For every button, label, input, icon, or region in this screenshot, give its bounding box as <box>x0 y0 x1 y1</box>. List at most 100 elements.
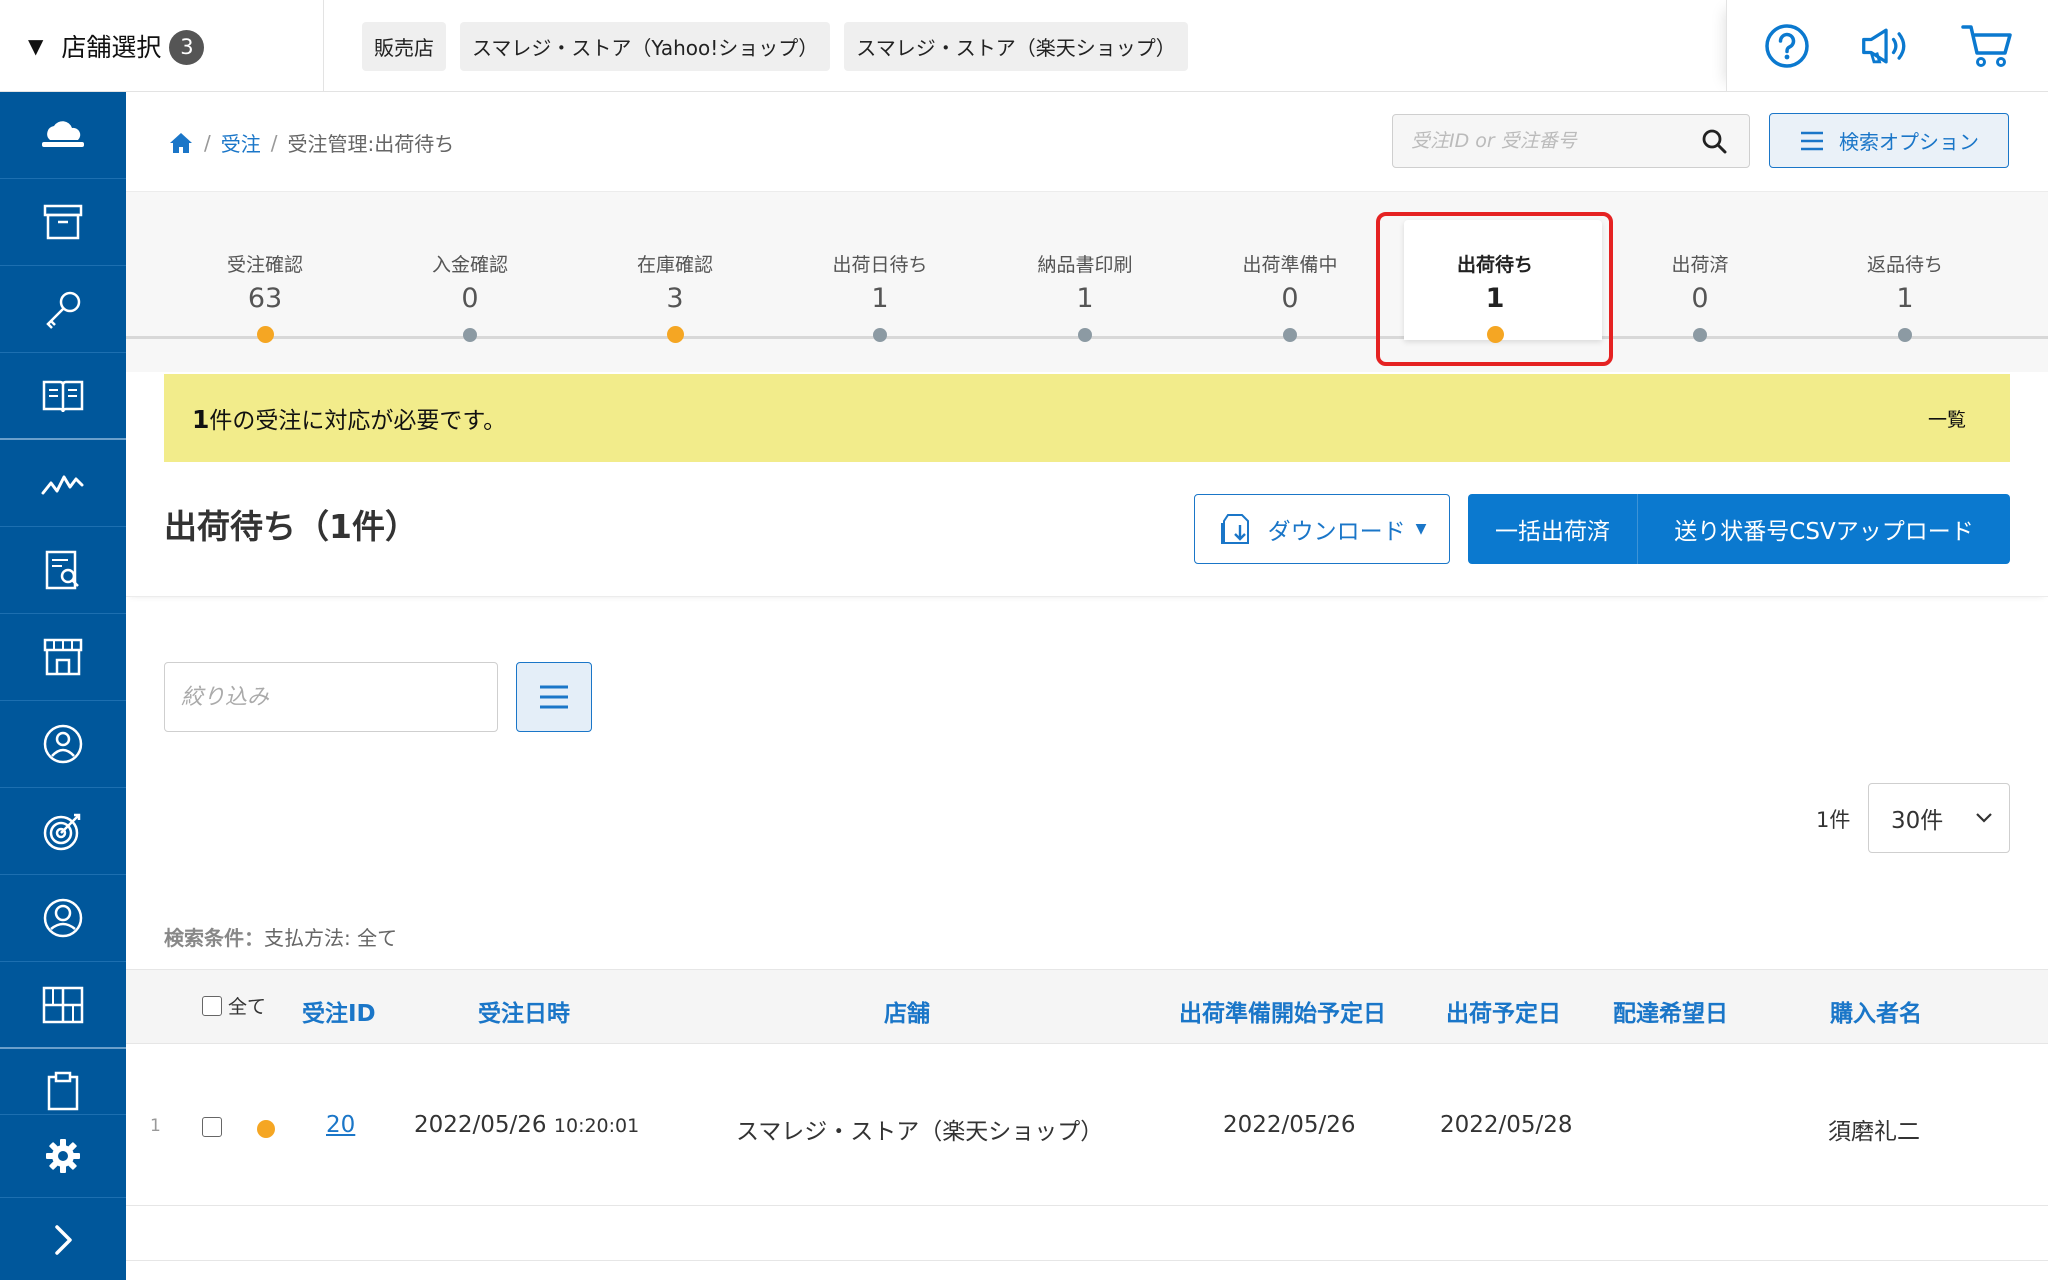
download-file-icon <box>1220 514 1249 544</box>
sidebar-bottom <box>0 1114 126 1280</box>
sidebar-item-target[interactable] <box>0 788 126 875</box>
store-chip-hanbaiten[interactable]: 販売店 <box>362 22 446 71</box>
sidebar-item-cloud[interactable] <box>0 92 126 179</box>
status-dot <box>1078 328 1092 342</box>
help-icon[interactable] <box>1760 19 1814 73</box>
status-dot <box>1898 328 1912 342</box>
active-step-highlight <box>1376 212 1613 366</box>
search-options-button[interactable]: 検索オプション <box>1769 113 2009 168</box>
order-date: 2022/05/26 <box>414 1112 547 1138</box>
sidebar-item-store[interactable] <box>0 614 126 701</box>
row-status-dot <box>257 1120 275 1138</box>
per-page-select[interactable]: 30件 <box>1868 783 2010 853</box>
chevron-down-icon <box>1976 813 1992 823</box>
table-row[interactable]: 1 20 2022/05/26 10:20:01 スマレジ・ストア（楽天ショップ… <box>126 1044 2048 1206</box>
table-bottom-divider <box>126 1260 2048 1261</box>
top-bar: ▼ 店舗選択 3 販売店 スマレジ・ストア（Yahoo!ショップ） スマレジ・ス… <box>0 0 2048 92</box>
status-step-payment-confirm[interactable]: 入金確認 0 <box>385 250 555 342</box>
column-header-buyer-name[interactable]: 購入者名 <box>1830 994 1922 1028</box>
column-header-order-date[interactable]: 受注日時 <box>478 994 570 1028</box>
status-count: 63 <box>247 283 283 314</box>
row-checkbox[interactable] <box>202 1117 222 1137</box>
download-label: ダウンロード <box>1267 519 1406 545</box>
alert-count: 1 <box>192 405 210 434</box>
sidebar-item-customer[interactable] <box>0 701 126 788</box>
sidebar-item-archive[interactable] <box>0 179 126 266</box>
sidebar-expand-button[interactable] <box>0 1198 126 1280</box>
page-title: 出荷待ち（1件） <box>164 507 418 546</box>
status-label: 返品待ち <box>1866 254 1943 276</box>
prep-date-cell: 2022/05/26 <box>1223 1112 1356 1138</box>
status-dot <box>1283 328 1297 342</box>
status-label: 受注確認 <box>226 254 303 276</box>
column-header-ship-date[interactable]: 出荷予定日 <box>1446 994 1561 1028</box>
store-cell: スマレジ・ストア（楽天ショップ） <box>736 1119 1104 1145</box>
sidebar-nav <box>0 92 126 1280</box>
status-count: 1 <box>1896 283 1914 314</box>
search-conditions-label: 検索条件： <box>164 926 264 950</box>
sidebar-item-report[interactable] <box>0 527 126 614</box>
column-header-store[interactable]: 店舗 <box>884 994 930 1028</box>
status-step-order-confirm[interactable]: 受注確認 63 <box>180 250 350 343</box>
column-menu-button[interactable] <box>516 662 592 732</box>
sidebar-item-member[interactable] <box>0 875 126 962</box>
user-circle-icon <box>43 724 83 764</box>
sidebar-item-apps[interactable] <box>0 962 126 1049</box>
filter-input[interactable] <box>164 662 498 732</box>
status-step-invoice-print[interactable]: 納品書印刷 1 <box>1000 250 1170 342</box>
search-options-label: 検索オプション <box>1839 130 1979 154</box>
bulk-ship-button[interactable]: 一括出荷済 <box>1468 494 1638 564</box>
breadcrumb-separator: / <box>204 130 211 155</box>
breadcrumb-separator: / <box>270 130 278 155</box>
report-search-icon <box>45 550 79 590</box>
select-all-label: 全て <box>228 996 267 1018</box>
search-conditions: 検索条件：支払方法: 全て <box>164 922 397 951</box>
breadcrumb-orders-link[interactable]: 受注 <box>221 128 261 157</box>
order-id-link[interactable]: 20 <box>326 1112 355 1138</box>
ship-date-cell: 2022/05/28 <box>1440 1112 1573 1138</box>
order-search-box <box>1392 114 1750 168</box>
status-count: 3 <box>666 283 684 314</box>
sidebar-item-analytics[interactable] <box>0 440 126 527</box>
column-header-prep-start-date[interactable]: 出荷準備開始予定日 <box>1179 994 1386 1028</box>
store-count-badge: 3 <box>169 29 205 65</box>
store-select-dropdown[interactable]: ▼ 店舗選択 3 <box>0 0 324 92</box>
csv-upload-button[interactable]: 送り状番号CSVアップロード <box>1638 494 2010 564</box>
sidebar-item-key[interactable] <box>0 266 126 353</box>
shipping-action-group: 一括出荷済 送り状番号CSVアップロード <box>1468 494 2010 564</box>
select-all[interactable]: 全て <box>202 992 266 1019</box>
order-id-value[interactable]: 20 <box>326 1112 355 1138</box>
status-dot <box>256 326 274 343</box>
chart-line-icon <box>41 475 84 495</box>
status-count: 0 <box>1281 283 1299 314</box>
status-label: 出荷日待ち <box>832 254 928 276</box>
alert-list-link[interactable]: 一覧 <box>1928 405 1966 432</box>
sidebar-item-book[interactable] <box>0 353 126 440</box>
key-icon <box>46 291 81 329</box>
column-header-order-id[interactable]: 受注ID <box>302 994 376 1028</box>
row-number: 1 <box>150 1116 161 1136</box>
column-header-delivery-date[interactable]: 配達希望日 <box>1613 994 1728 1028</box>
status-label: 納品書印刷 <box>1037 254 1133 276</box>
store-chip-rakuten[interactable]: スマレジ・ストア（楽天ショップ） <box>844 22 1188 71</box>
order-date-cell: 2022/05/26 10:20:01 <box>414 1112 639 1138</box>
sidebar-item-settings[interactable] <box>0 1115 126 1198</box>
search-conditions-value: 支払方法: 全て <box>264 926 398 950</box>
status-label: 在庫確認 <box>636 254 713 276</box>
home-icon[interactable] <box>168 131 194 155</box>
order-search-input[interactable] <box>1411 130 1701 152</box>
status-step-stock-confirm[interactable]: 在庫確認 3 <box>590 250 760 343</box>
select-all-checkbox[interactable] <box>202 995 222 1016</box>
store-chip-yahoo[interactable]: スマレジ・ストア（Yahoo!ショップ） <box>460 22 831 71</box>
status-label: 出荷済 <box>1671 254 1729 276</box>
megaphone-icon[interactable] <box>1860 19 1914 73</box>
status-step-awaiting-return[interactable]: 返品待ち 1 <box>1820 250 1990 342</box>
archive-box-icon <box>43 204 83 240</box>
status-step-shipped[interactable]: 出荷済 0 <box>1615 250 1785 342</box>
cart-icon[interactable] <box>1961 19 2015 73</box>
status-step-awaiting-ship-date[interactable]: 出荷日待ち 1 <box>795 250 965 342</box>
download-button[interactable]: ダウンロード ▼ <box>1194 494 1450 564</box>
status-step-preparing[interactable]: 出荷準備中 0 <box>1205 250 1375 342</box>
main-content: / 受注 / 受注管理:出荷待ち 検索オプション 受注確認 63 入金確認 0 … <box>126 92 2048 1280</box>
search-icon[interactable] <box>1701 128 1727 154</box>
